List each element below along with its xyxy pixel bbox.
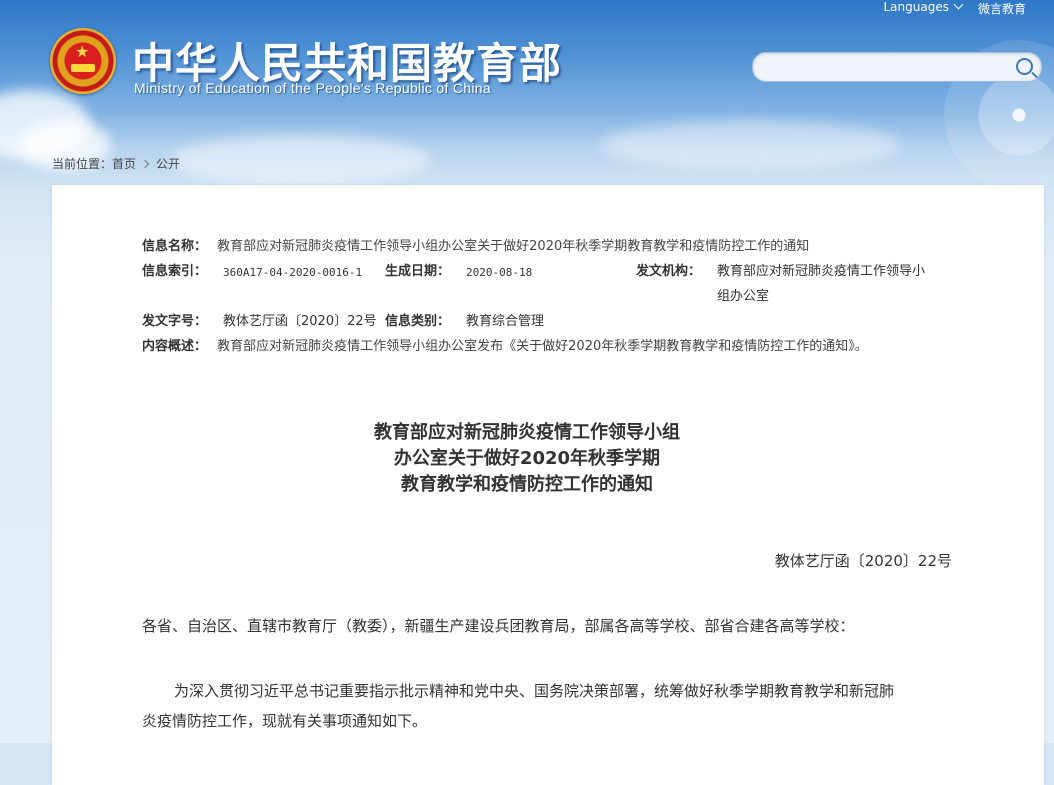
salutation: 各省、自治区、直辖市教育厅（教委），新疆生产建设兵团教育局，部属各高等学校、部省…	[142, 617, 855, 635]
breadcrumb-home[interactable]: 首页	[112, 155, 136, 172]
search-input[interactable]	[765, 53, 1009, 81]
meta-docno-value: 教体艺厅函〔2020〕22号	[223, 314, 377, 329]
search-box	[752, 52, 1042, 82]
languages-label: Languages	[883, 0, 949, 14]
meta-index-value: 360A17-04-2020-0016-1	[223, 266, 363, 279]
meta-index-label-wrap: 信息索引：	[142, 263, 207, 281]
paragraph-line: 为深入贯彻习近平总书记重要指示批示精神和党中央、国务院决策部署，统筹做好秋季学期…	[174, 682, 895, 700]
star-icon: ★	[75, 42, 90, 61]
national-emblem-logo: ★	[50, 28, 116, 94]
meta-summary-value: 教育部应对新冠肺炎疫情工作领导小组办公室发布《关于做好2020年秋季学期教育教学…	[217, 339, 868, 354]
breadcrumb-prefix: 当前位置：	[52, 157, 113, 171]
chevron-right-icon	[140, 159, 150, 168]
meta-org-label-wrap: 发文机构：	[636, 263, 701, 281]
document-number: 教体艺厅函〔2020〕22号	[774, 552, 952, 570]
document-title-line: 教育教学和疫情防控工作的通知	[401, 474, 653, 495]
meta-name-label: 信息名称：	[142, 239, 208, 254]
breadcrumb: 当前位置： 首页 公开	[52, 155, 180, 172]
meta-date-value: 2020-08-18	[466, 266, 533, 279]
meta-category-value: 教育综合管理	[466, 314, 545, 329]
meta-category-label-wrap: 信息类别：	[385, 313, 450, 331]
meta-index-label: 信息索引：	[142, 264, 208, 279]
cloud-decoration	[600, 120, 900, 170]
meta-docno-label-wrap: 发文字号：	[142, 313, 207, 331]
paragraph-line: 炎疫情防控工作，现就有关事项通知如下。	[142, 712, 428, 730]
document-title-line: 办公室关于做好2020年秋季学期	[393, 448, 661, 469]
languages-menu[interactable]: Languages	[883, 0, 964, 16]
meta-docno-label: 发文字号：	[142, 314, 208, 329]
document-title-line: 教育部应对新冠肺炎疫情工作领导小组	[374, 422, 680, 443]
weibo-link[interactable]: 微言教育	[978, 0, 1026, 16]
document-title: 教育部应对新冠肺炎疫情工作领导小组 办公室关于做好2020年秋季学期 教育教学和…	[0, 420, 1054, 498]
meta-org-label: 发文机构：	[636, 264, 702, 279]
gate-icon	[71, 64, 95, 72]
search-icon[interactable]	[1016, 58, 1033, 75]
paragraph: 为深入贯彻习近平总书记重要指示批示精神和党中央、国务院决策部署，统筹做好秋季学期…	[142, 676, 952, 736]
top-links: Languages 微言教育	[883, 0, 1026, 16]
meta-date-label: 生成日期：	[385, 264, 451, 279]
meta-summary-row: 内容概述： 教育部应对新冠肺炎疫情工作领导小组办公室发布《关于做好2020年秋季…	[142, 338, 868, 356]
meta-summary-label: 内容概述：	[142, 339, 208, 354]
chevron-down-icon	[953, 0, 964, 10]
meta-date-label-wrap: 生成日期：	[385, 263, 450, 281]
cloud-decoration	[170, 135, 430, 185]
site-title-english: Ministry of Education of the People's Re…	[134, 80, 491, 96]
meta-name-value: 教育部应对新冠肺炎疫情工作领导小组办公室关于做好2020年秋季学期教育教学和疫情…	[217, 239, 810, 254]
meta-org-value-line1: 教育部应对新冠肺炎疫情工作领导小	[717, 264, 926, 279]
meta-name-row: 信息名称： 教育部应对新冠肺炎疫情工作领导小组办公室关于做好2020年秋季学期教…	[142, 238, 809, 256]
breadcrumb-current[interactable]: 公开	[156, 155, 180, 172]
meta-category-label: 信息类别：	[385, 314, 451, 329]
meta-org-value-line2: 组办公室	[717, 289, 770, 304]
